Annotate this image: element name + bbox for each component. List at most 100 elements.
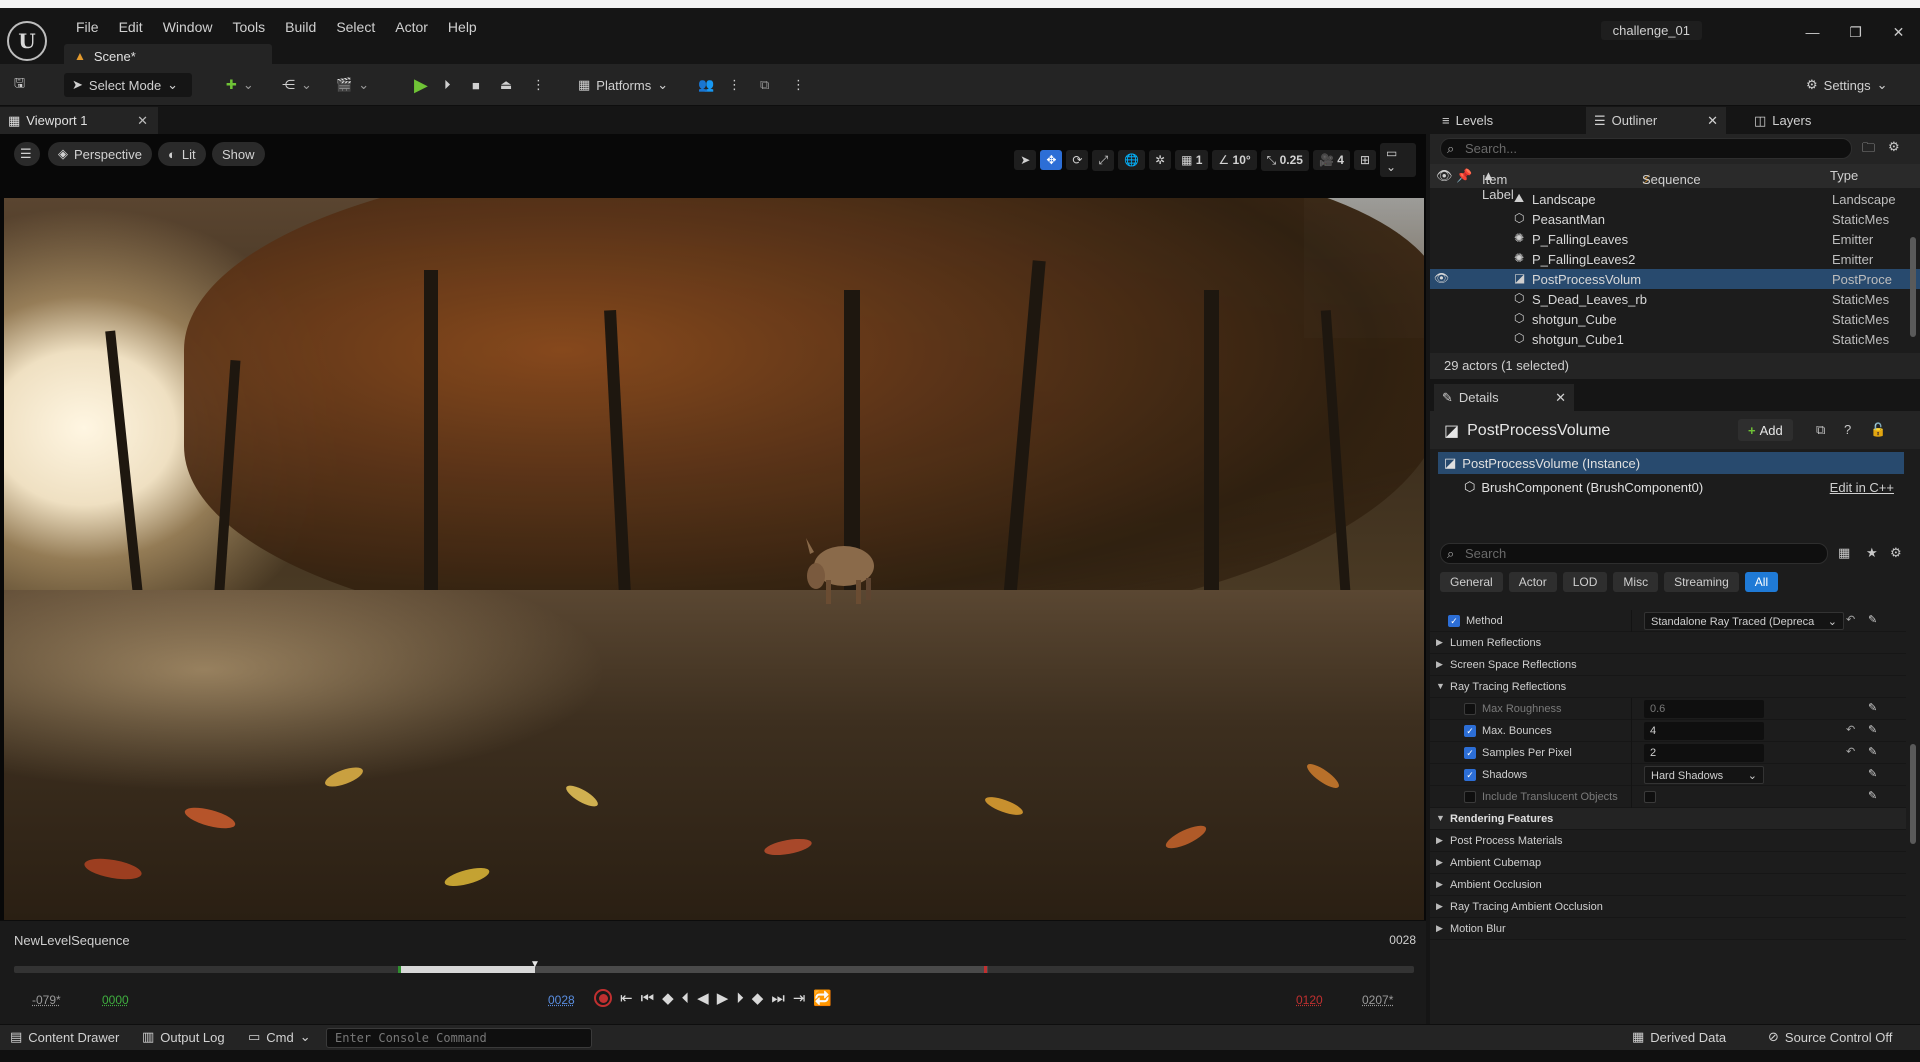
- filter-misc[interactable]: Misc: [1613, 572, 1659, 592]
- view-end-frame[interactable]: 0207*: [1362, 993, 1393, 1007]
- unreal-logo-icon[interactable]: U: [7, 21, 47, 61]
- gear-icon[interactable]: ⚙: [1888, 139, 1900, 155]
- property-row[interactable]: ▶ Post Process Materials: [1430, 830, 1906, 852]
- menu-edit[interactable]: Edit: [109, 18, 153, 36]
- maximize-viewport-icon[interactable]: ⊞: [1353, 150, 1376, 170]
- translate-tool-icon[interactable]: ✥: [1040, 150, 1063, 170]
- property-row[interactable]: ▶ Lumen Reflections: [1430, 632, 1906, 654]
- add-actor-icon[interactable]: ✚ ⌄: [226, 73, 254, 97]
- content-drawer-button[interactable]: ▤ Content Drawer: [10, 1029, 119, 1045]
- record-icon[interactable]: [594, 989, 612, 1007]
- eject-icon[interactable]: ⏏: [500, 73, 512, 97]
- override-checkbox[interactable]: [1464, 703, 1476, 715]
- column-divider[interactable]: [1631, 742, 1632, 764]
- play-button[interactable]: ▶: [414, 73, 428, 97]
- menu-select[interactable]: Select: [326, 18, 385, 36]
- next-frame-icon[interactable]: ◆: [752, 989, 764, 1007]
- platforms-dropdown[interactable]: ▦ Platforms ⌄: [578, 73, 668, 97]
- pin-column-icon[interactable]: 📌: [1456, 168, 1472, 184]
- menu-build[interactable]: Build: [275, 18, 326, 36]
- menu-actor[interactable]: Actor: [385, 18, 438, 36]
- property-row[interactable]: ▶ Screen Space Reflections: [1430, 654, 1906, 676]
- tab-details[interactable]: ✎ Details ✕: [1434, 384, 1574, 411]
- outliner-search-input[interactable]: ⌕ Search...: [1440, 138, 1852, 159]
- visibility-column-icon[interactable]: 👁: [1436, 168, 1453, 184]
- step-back-icon[interactable]: ⏴: [682, 990, 690, 1007]
- close-icon[interactable]: ✕: [1707, 113, 1718, 129]
- filter-general[interactable]: General: [1440, 572, 1503, 592]
- more-options-icon[interactable]: ⋮: [728, 73, 741, 97]
- camera-speed-button[interactable]: 🎥 4: [1312, 150, 1350, 170]
- outliner-row[interactable]: ⛰ Landscape Landscape: [1430, 189, 1920, 209]
- table-view-icon[interactable]: ▦: [1838, 545, 1850, 561]
- visibility-eye-icon[interactable]: 👁: [1434, 271, 1449, 285]
- type-column[interactable]: Type: [1830, 168, 1858, 183]
- collapse-arrow-icon[interactable]: ▼: [1436, 681, 1445, 691]
- cinematics-icon[interactable]: 🎬 ⌄: [336, 73, 369, 97]
- override-checkbox[interactable]: [1464, 791, 1476, 803]
- property-row[interactable]: ▶ Motion Blur: [1430, 918, 1906, 940]
- viewport-menu-button[interactable]: ☰: [14, 142, 40, 166]
- details-search-input[interactable]: ⌕ Search: [1440, 543, 1828, 564]
- outliner-row[interactable]: ⬡ shotgun_Cube StaticMes: [1430, 309, 1920, 329]
- outliner-row[interactable]: ⬡ shotgun_Cube1 StaticMes: [1430, 329, 1920, 349]
- column-divider[interactable]: [1631, 786, 1632, 808]
- jump-to-end-icon[interactable]: ⇥: [793, 989, 806, 1007]
- item-label-column[interactable]: Item Label ▲: [1482, 168, 1514, 202]
- override-checkbox[interactable]: ✓: [1464, 769, 1476, 781]
- start-marker[interactable]: [398, 966, 401, 973]
- perspective-button[interactable]: ◈ Perspective: [48, 142, 152, 166]
- end-marker[interactable]: [984, 966, 987, 973]
- filter-actor[interactable]: Actor: [1508, 572, 1557, 592]
- playback-start-frame[interactable]: 0000: [102, 993, 129, 1007]
- close-icon[interactable]: ✕: [1555, 390, 1566, 406]
- property-row[interactable]: ▼ Ray Tracing Reflections: [1430, 676, 1906, 698]
- help-icon[interactable]: ?: [1844, 422, 1851, 437]
- playback-end-frame[interactable]: 0120: [1296, 993, 1323, 1007]
- outliner-row[interactable]: ✺ P_FallingLeaves Emitter: [1430, 229, 1920, 249]
- show-button[interactable]: Show: [212, 142, 265, 166]
- details-scrollbar[interactable]: [1910, 744, 1916, 844]
- outliner-row[interactable]: ⬡ PeasantMan StaticMes: [1430, 209, 1920, 229]
- property-value-input[interactable]: 0.6: [1644, 700, 1764, 718]
- console-command-input[interactable]: Enter Console Command: [326, 1028, 592, 1048]
- property-dropdown[interactable]: Hard Shadows ⌄: [1644, 766, 1764, 784]
- scale-tool-icon[interactable]: ⤢: [1092, 149, 1115, 171]
- users-icon[interactable]: 👥: [698, 73, 714, 97]
- property-row[interactable]: ✓ Max. Bounces 4 ↶ ✎: [1430, 720, 1906, 742]
- property-row[interactable]: Include Translucent Objects ✎: [1430, 786, 1906, 808]
- save-icon[interactable]: 🖫: [14, 73, 25, 97]
- select-mode-dropdown[interactable]: ➤ Select Mode ⌄: [64, 73, 192, 97]
- property-row[interactable]: ▶ Ambient Occlusion: [1430, 874, 1906, 896]
- rotate-tool-icon[interactable]: ⟳: [1066, 150, 1089, 170]
- loop-icon[interactable]: 🔁: [813, 989, 832, 1007]
- modeling-icon[interactable]: ⧉: [760, 73, 769, 97]
- playhead-frame[interactable]: 0028: [548, 993, 575, 1007]
- play-reverse-icon[interactable]: ◀: [697, 989, 709, 1007]
- jump-to-start-icon[interactable]: ⇤: [620, 989, 633, 1007]
- settings-dropdown[interactable]: ⚙ Settings ⌄: [1806, 73, 1888, 97]
- menu-tools[interactable]: Tools: [222, 18, 275, 36]
- next-key-icon[interactable]: ⏭: [771, 990, 785, 1007]
- grid-snap-button[interactable]: ▦ 1: [1175, 150, 1209, 170]
- prev-key-icon[interactable]: ⏮: [641, 990, 655, 1007]
- outliner-scrollbar[interactable]: [1910, 237, 1916, 337]
- property-row[interactable]: ✓ Shadows Hard Shadows ⌄ ✎: [1430, 764, 1906, 786]
- property-row[interactable]: ▶ Ambient Cubemap: [1430, 852, 1906, 874]
- step-forward-icon[interactable]: ⏵: [736, 990, 744, 1007]
- property-row[interactable]: ▶ Ray Tracing Ambient Occlusion: [1430, 896, 1906, 918]
- select-tool-icon[interactable]: ➤: [1014, 150, 1037, 170]
- derived-data-button[interactable]: ▦ Derived Data: [1632, 1029, 1726, 1045]
- level-viewport[interactable]: ☰ ◈ Perspective ◐ Lit Show ➤ ✥ ⟳ ⤢ 🌐 ✲ ▦…: [0, 134, 1426, 920]
- prev-frame-icon[interactable]: ◆: [662, 989, 674, 1007]
- expand-arrow-icon[interactable]: ▶: [1436, 835, 1443, 846]
- property-row[interactable]: ▼ Rendering Features: [1430, 808, 1906, 830]
- filter-all[interactable]: All: [1744, 572, 1779, 592]
- keyframe-pick-icon[interactable]: ✎: [1868, 723, 1877, 736]
- keyframe-pick-icon[interactable]: ✎: [1868, 745, 1877, 758]
- property-dropdown[interactable]: Standalone Ray Traced (Depreca ⌄: [1644, 612, 1844, 630]
- property-value-input[interactable]: 4: [1644, 722, 1764, 740]
- expand-arrow-icon[interactable]: ▶: [1436, 659, 1443, 670]
- filter-streaming[interactable]: Streaming: [1664, 572, 1739, 592]
- tab-outliner[interactable]: ☰ Outliner ✕: [1586, 107, 1726, 134]
